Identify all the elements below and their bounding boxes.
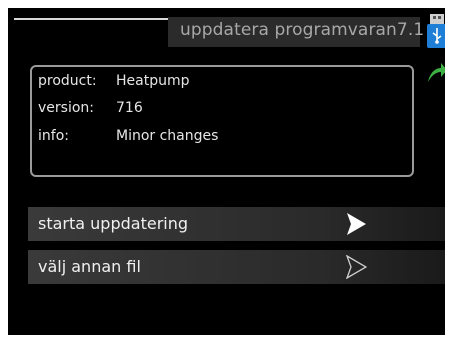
page-title: uppdatera programvaran7.1 <box>180 20 425 40</box>
version-label: version: <box>38 100 94 116</box>
info-label: info: <box>38 128 69 144</box>
version-value: 716 <box>116 100 143 116</box>
menu-item-choose-file[interactable]: välj annan fil <box>28 250 445 284</box>
choose-file-label: välj annan fil <box>38 257 141 276</box>
product-label: product: <box>38 73 97 89</box>
header-divider <box>14 18 174 20</box>
chevron-right-icon <box>345 212 367 236</box>
display-screen: uppdatera programvaran7.1 product: Heatp… <box>8 8 445 335</box>
info-value: Minor changes <box>116 128 219 144</box>
menu-item-start-update[interactable]: starta uppdatering <box>28 207 445 241</box>
start-update-label: starta uppdatering <box>38 214 189 233</box>
chevron-right-outline-icon <box>345 254 368 280</box>
return-arrow-icon[interactable] <box>426 60 445 84</box>
usb-stick-icon <box>426 14 445 50</box>
product-value: Heatpump <box>116 73 190 89</box>
